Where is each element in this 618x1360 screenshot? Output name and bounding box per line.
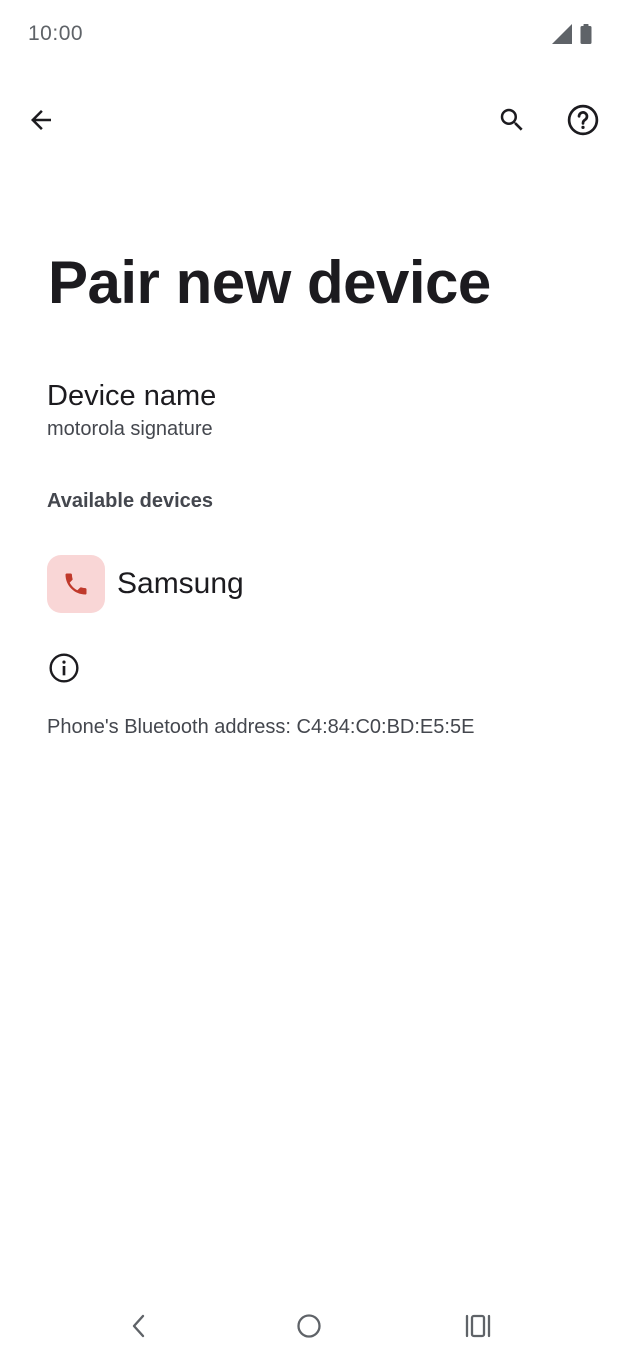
help-button[interactable] [559,96,607,144]
back-button[interactable] [17,96,65,144]
battery-icon [580,24,592,44]
system-navigation-bar [0,1290,618,1360]
help-icon [567,104,599,136]
signal-icon [552,24,572,44]
search-icon [500,108,523,131]
device-label: Samsung [117,567,244,600]
device-name-setting[interactable]: Device name motorola signature [47,376,587,442]
nav-home-icon [297,1314,321,1338]
nav-recents-button[interactable] [456,1304,500,1348]
status-time: 10:00 [28,22,84,45]
bluetooth-address-text: Phone's Bluetooth address: C4:84:C0:BD:E… [47,716,475,738]
nav-back-icon [132,1314,145,1338]
device-name-value: motorola signature [47,418,213,440]
phone-icon [65,573,87,595]
nav-recents-icon [465,1314,491,1338]
page-title: Pair new device [48,249,491,316]
status-icons [552,24,592,44]
device-icon-container [47,555,105,613]
nav-home-button[interactable] [287,1304,331,1348]
nav-back-button[interactable] [117,1304,161,1348]
top-app-bar [0,88,618,152]
list-item-device-samsung[interactable]: Samsung [47,554,587,614]
device-name-title: Device name [47,380,217,412]
available-devices-header: Available devices [47,490,214,512]
status-bar: 10:00 [0,0,618,70]
search-button[interactable] [488,96,536,144]
info-icon [49,653,79,683]
arrow-back-icon [31,110,51,130]
